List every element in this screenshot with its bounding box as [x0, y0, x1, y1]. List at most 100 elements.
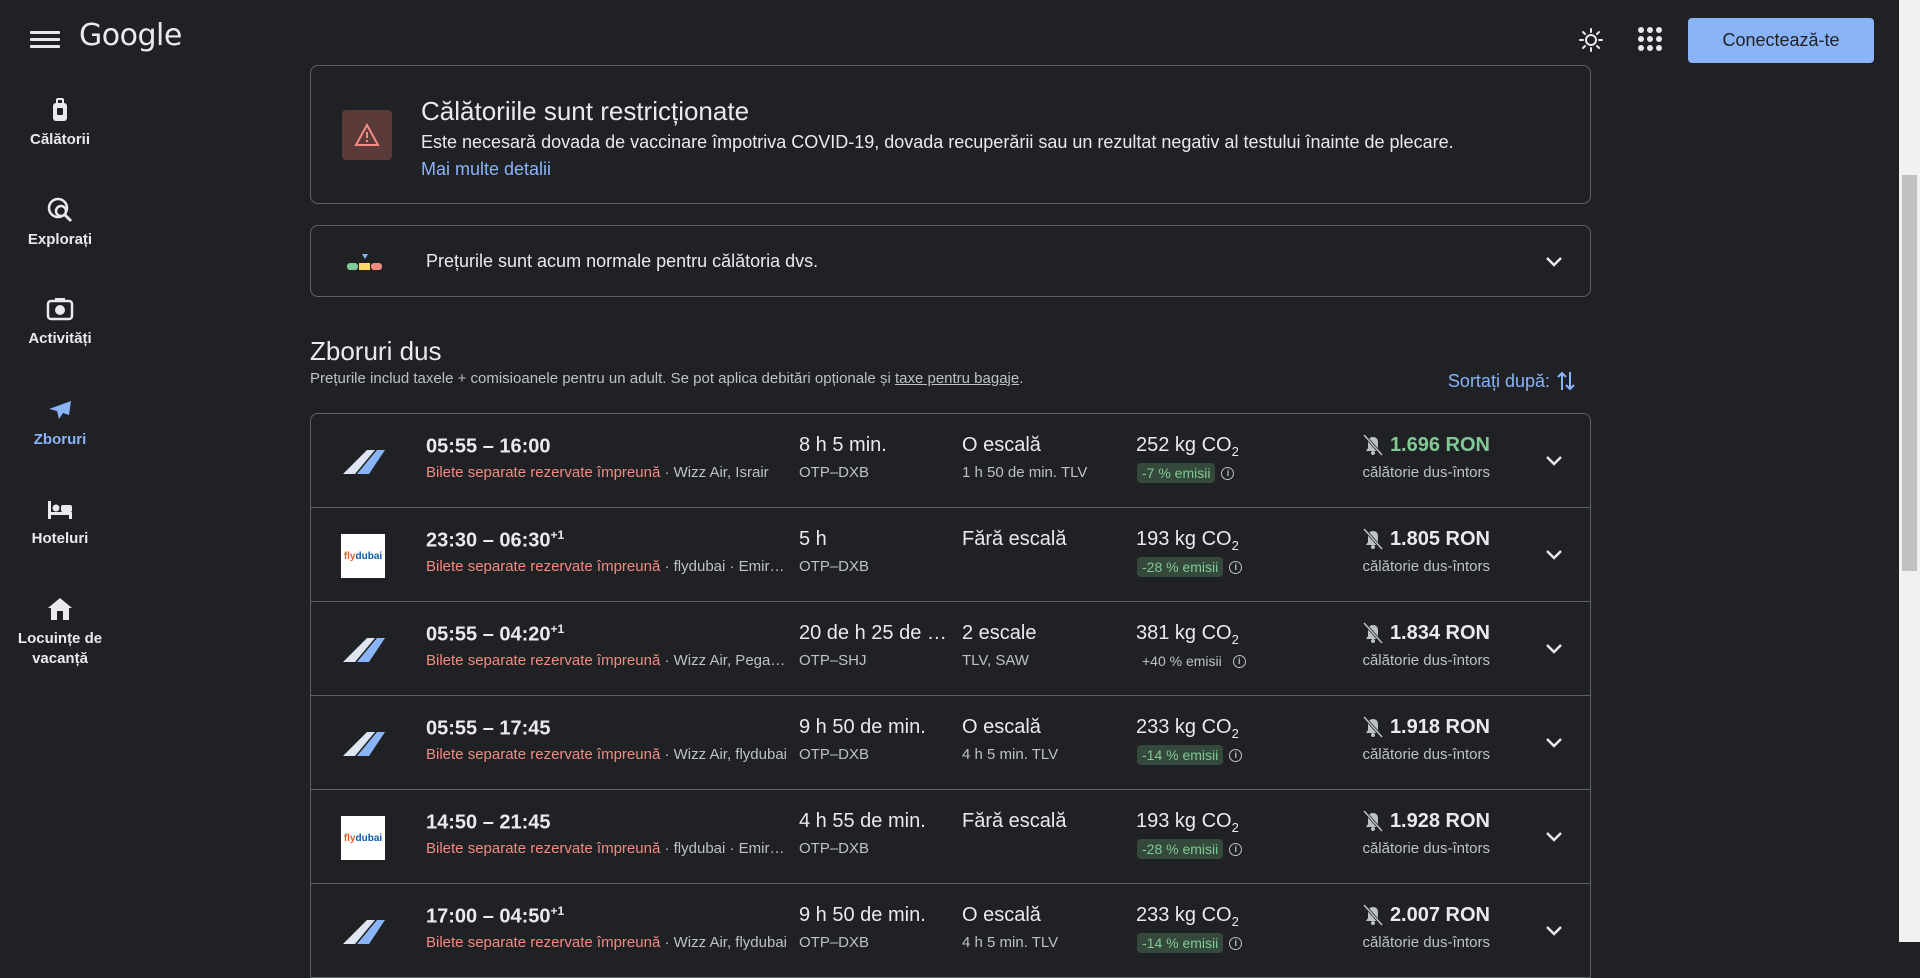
- flight-row[interactable]: 05:55 – 16:00 Bilete separate rezervate î…: [311, 414, 1590, 508]
- sidebar-item-hotels[interactable]: Hoteluri: [0, 495, 120, 549]
- stops-count: O escală: [962, 904, 1041, 926]
- separate-tickets-label: Bilete separate rezervate împreună: [426, 746, 661, 763]
- flydubai-logo-icon: fly dubai: [341, 816, 385, 860]
- chevron-down-icon[interactable]: [1543, 919, 1565, 941]
- info-icon[interactable]: i: [1229, 842, 1243, 856]
- info-icon[interactable]: i: [1221, 466, 1235, 480]
- sidebar-item-label: Călătorii: [29, 131, 90, 148]
- no-price-alert-icon: [1362, 903, 1384, 927]
- chevron-down-icon[interactable]: [1543, 731, 1565, 753]
- info-icon[interactable]: i: [1229, 936, 1243, 950]
- flight-row[interactable]: 17:00 – 04:50+1 Bilete separate rezervate…: [311, 884, 1590, 978]
- flight-route: OTP–DXB: [799, 840, 870, 857]
- sidebar-item-vacation-rentals[interactable]: Locuințe de vacanță: [0, 595, 120, 669]
- departure-arrival-times: 23:30 – 06:30: [426, 529, 551, 552]
- luggage-icon: [53, 98, 67, 121]
- chevron-down-icon[interactable]: [1543, 825, 1565, 847]
- flight-row[interactable]: fly dubai 14:50 – 21:45 Bilete separate rez…: [311, 790, 1590, 884]
- info-icon[interactable]: i: [1232, 654, 1246, 668]
- co2-subscript: 2: [1231, 444, 1239, 459]
- section-title: Zboruri dus: [310, 336, 442, 366]
- no-price-alert-icon: [1362, 527, 1384, 551]
- flight-route: OTP–DXB: [799, 464, 870, 481]
- multi-airline-logo-icon: [343, 732, 385, 756]
- info-icon[interactable]: i: [1229, 748, 1243, 762]
- emissions-percent: -7 % emisii: [1137, 463, 1216, 483]
- more-details-link[interactable]: Mai multe detalii: [421, 159, 551, 180]
- sidebar-item-flights[interactable]: Zboruri: [0, 396, 120, 450]
- airplane-icon: [49, 401, 71, 419]
- co2-emissions: 252 kg CO2: [1136, 434, 1239, 459]
- carriers-line: Bilete separate rezervate împreună · Wiz…: [426, 652, 788, 669]
- stop-detail: 4 h 5 min. TLV: [962, 934, 1059, 951]
- hamburger-menu-icon[interactable]: [30, 27, 60, 53]
- sidebar-item-activities[interactable]: Activități: [0, 295, 120, 349]
- sidebar-item-label: Explorați: [27, 231, 93, 248]
- flight-route: OTP–DXB: [799, 558, 870, 575]
- departure-arrival-times: 05:55 – 17:45: [426, 717, 551, 740]
- flight-price: 1.928 RON: [1362, 809, 1490, 833]
- co2-emissions: 381 kg CO2: [1136, 622, 1239, 647]
- separate-tickets-label: Bilete separate rezervate împreună: [426, 464, 661, 481]
- flight-route: OTP–DXB: [799, 746, 870, 763]
- stops-count: O escală: [962, 716, 1041, 738]
- carriers-line: Bilete separate rezervate împreună · fly…: [426, 840, 788, 857]
- price-value: 1.928 RON: [1389, 809, 1490, 832]
- departure-arrival-times: 05:55 – 16:00: [426, 435, 551, 458]
- info-icon[interactable]: i: [1229, 560, 1243, 574]
- chevron-down-icon[interactable]: [1543, 637, 1565, 659]
- flight-row[interactable]: fly dubai 23:30 – 06:30+1 Bilete separate r…: [311, 508, 1590, 602]
- no-price-alert-icon: [1362, 433, 1384, 457]
- google-logo[interactable]: Google: [79, 18, 182, 53]
- co2-emissions: 193 kg CO2: [1136, 528, 1239, 553]
- co2-subscript: 2: [1231, 914, 1239, 929]
- page-scrollbar[interactable]: [1899, 0, 1920, 942]
- theme-toggle-icon[interactable]: [1578, 27, 1604, 53]
- chevron-down-icon[interactable]: [1543, 543, 1565, 565]
- next-day-indicator: +1: [550, 622, 565, 636]
- section-subtitle: Prețurile includ taxele + comisioanele p…: [310, 370, 1023, 387]
- price-insight-card[interactable]: Prețurile sunt acum normale pentru călăt…: [310, 225, 1591, 297]
- restriction-text: Este necesară dovada de vaccinare împotr…: [421, 132, 1454, 152]
- stop-detail: TLV, SAW: [962, 652, 1029, 669]
- baggage-fees-link[interactable]: taxe pentru bagaje: [895, 370, 1019, 387]
- sidebar-item-label: Activități: [28, 330, 92, 347]
- flight-row[interactable]: 05:55 – 04:20+1 Bilete separate rezervate…: [311, 602, 1590, 696]
- co2-emissions: 233 kg CO2: [1136, 904, 1239, 929]
- subtitle-text: Prețurile includ taxele + comisioanele p…: [310, 370, 895, 387]
- chevron-down-icon[interactable]: [1543, 449, 1565, 471]
- co2-emissions: 193 kg CO2: [1136, 810, 1239, 835]
- carriers-line: Bilete separate rezervate împreună · Wiz…: [426, 746, 788, 763]
- stops-count: O escală: [962, 434, 1041, 456]
- scrollbar-thumb[interactable]: [1902, 175, 1917, 571]
- chevron-down-icon[interactable]: [1543, 250, 1565, 272]
- google-apps-icon[interactable]: [1638, 27, 1662, 51]
- sidebar-item-explore[interactable]: Explorați: [0, 196, 120, 250]
- flight-times: 17:00 – 04:50+1: [426, 904, 564, 929]
- emissions-percent: +40 % emisii: [1142, 653, 1222, 669]
- sort-button[interactable]: Sortați după:: [1448, 370, 1576, 392]
- separate-tickets-label: Bilete separate rezervate împreună: [426, 652, 661, 669]
- price-trip-type: călătorie dus-întors: [1362, 840, 1490, 857]
- sidebar-item-trips[interactable]: Călătorii: [0, 96, 120, 150]
- flight-duration: 20 de h 25 de min.: [799, 622, 961, 644]
- flight-row[interactable]: 05:55 – 17:45 Bilete separate rezervate î…: [311, 696, 1590, 790]
- flydubai-logo-icon: fly dubai: [341, 534, 385, 578]
- co2-subscript: 2: [1231, 726, 1239, 741]
- airline-names: Wizz Air, Pegasus: [673, 652, 788, 669]
- flight-times: 23:30 – 06:30+1: [426, 528, 564, 553]
- airline-names: Wizz Air, flydubai: [673, 934, 788, 951]
- flight-times: 05:55 – 04:20+1: [426, 622, 564, 647]
- price-value: 1.918 RON: [1389, 715, 1490, 738]
- carriers-line: Bilete separate rezervate împreună · Wiz…: [426, 464, 769, 481]
- flight-duration: 9 h 50 de min.: [799, 904, 926, 926]
- explore-icon: [47, 197, 73, 223]
- sign-in-button[interactable]: Conectează-te: [1688, 18, 1874, 63]
- price-trip-type: călătorie dus-întors: [1362, 652, 1490, 669]
- co2-value: 233 kg CO: [1136, 716, 1232, 738]
- subtitle-end: .: [1019, 370, 1024, 387]
- flight-price: 2.007 RON: [1362, 903, 1490, 927]
- multi-airline-logo-icon: [343, 638, 385, 662]
- price-trip-type: călătorie dus-întors: [1362, 934, 1490, 951]
- separate-tickets-label: Bilete separate rezervate împreună: [426, 934, 661, 951]
